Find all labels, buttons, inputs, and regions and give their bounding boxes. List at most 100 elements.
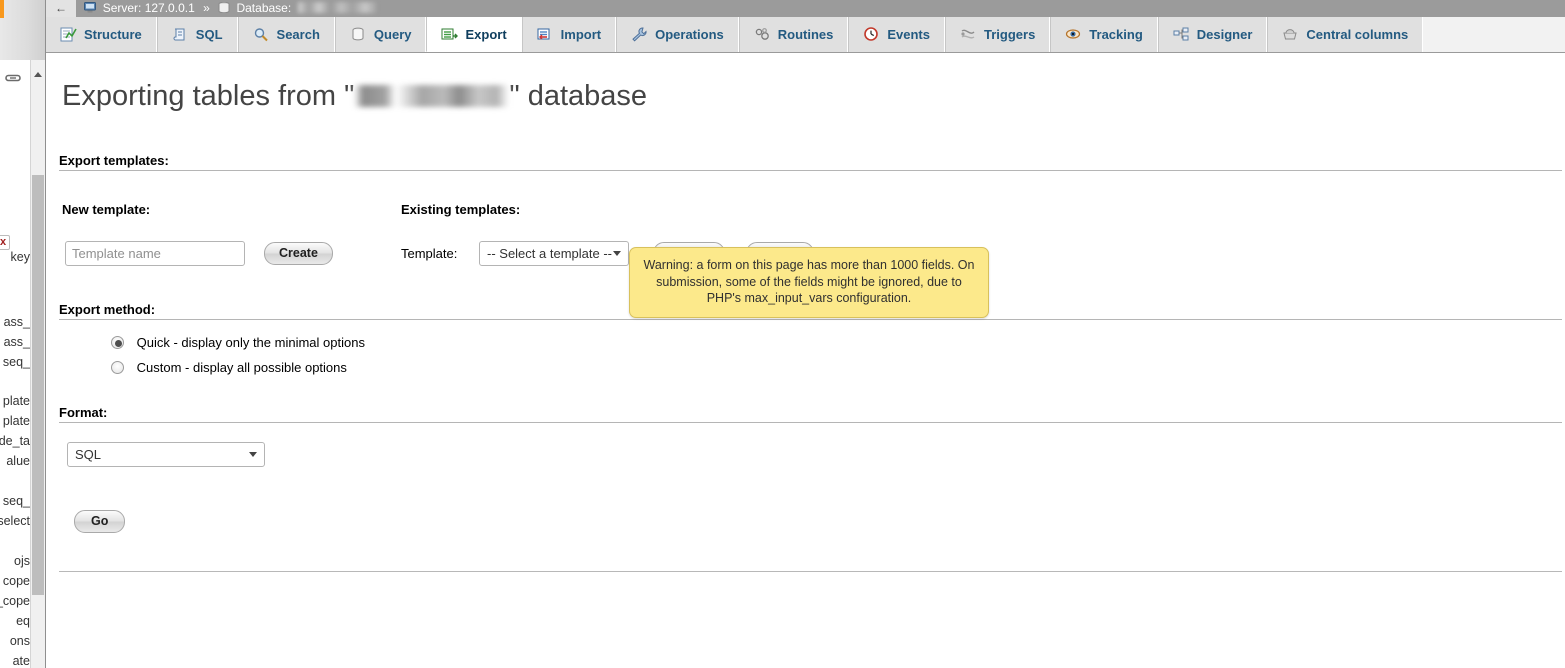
- existing-templates-label: Existing templates:: [401, 202, 520, 217]
- tab-export[interactable]: Export: [426, 17, 521, 52]
- template-select-label: Template:: [401, 246, 457, 261]
- tab-triggers[interactable]: Triggers: [945, 17, 1050, 52]
- central-columns-icon: [1282, 20, 1299, 35]
- breadcrumb-database-label: Database:: [236, 1, 291, 15]
- scroll-up-arrow-icon[interactable]: [31, 60, 45, 90]
- navigation-item[interactable]: plate: [0, 394, 30, 408]
- format-select[interactable]: SQL: [67, 442, 265, 467]
- tab-triggers-label: Triggers: [984, 27, 1035, 42]
- navigation-item[interactable]: de_ta: [0, 434, 30, 448]
- tab-routines-label: Routines: [778, 27, 834, 42]
- export-method-option-quick[interactable]: Quick - display only the minimal options: [111, 335, 365, 350]
- tab-export-label: Export: [465, 27, 506, 42]
- import-icon: [537, 20, 554, 35]
- export-method-option-custom-label: Custom - display all possible options: [137, 360, 347, 375]
- navigation-item[interactable]: eq: [0, 614, 30, 628]
- breadcrumb-server-label: Server: 127.0.0.1: [103, 1, 195, 15]
- tab-events[interactable]: Events: [848, 17, 945, 52]
- structure-icon: [60, 20, 77, 35]
- navigation-accent-bar: [0, 0, 4, 18]
- new-template-label: New template:: [62, 202, 150, 217]
- format-rule: [59, 422, 1562, 423]
- tab-structure-label: Structure: [84, 27, 142, 42]
- export-method-legend: Export method:: [59, 302, 155, 317]
- tab-search[interactable]: Search: [238, 17, 335, 52]
- navigation-panel: x key_ass_ass_seqplateplatede_taalue_seq…: [0, 0, 46, 668]
- footer-divider: [59, 571, 1562, 572]
- go-button[interactable]: Go: [74, 510, 125, 533]
- radio-quick[interactable]: [111, 336, 124, 349]
- export-method-option-custom[interactable]: Custom - display all possible options: [111, 360, 347, 375]
- tab-designer[interactable]: Designer: [1158, 17, 1268, 52]
- tab-bar-filler: [1423, 17, 1565, 52]
- search-icon: [253, 20, 270, 35]
- tab-operations[interactable]: Operations: [616, 17, 739, 52]
- navigation-item[interactable]: cope_: [0, 594, 30, 608]
- navigation-item[interactable]: cope: [0, 574, 30, 588]
- server-icon: [84, 1, 96, 12]
- max-input-vars-warning: Warning: a form on this page has more th…: [629, 247, 989, 318]
- create-template-button[interactable]: Create: [264, 242, 333, 265]
- navigation-scrollbar[interactable]: [30, 60, 45, 668]
- redacted-database-name: [298, 2, 376, 13]
- navigation-tree[interactable]: x key_ass_ass_seqplateplatede_taalue_seq…: [0, 100, 30, 668]
- tab-tracking-label: Tracking: [1089, 27, 1142, 42]
- template-name-input[interactable]: [65, 241, 245, 266]
- page-title-prefix: Exporting tables from ": [62, 80, 354, 112]
- navigation-item[interactable]: key: [0, 250, 30, 264]
- navigation-item[interactable]: alue: [0, 454, 30, 468]
- eye-icon: [1065, 20, 1082, 35]
- tab-bar: Structure SQL Search Query Export Import Opera…: [46, 17, 1565, 53]
- export-templates-legend: Export templates:: [59, 153, 169, 168]
- tab-central-columns-label: Central columns: [1306, 27, 1408, 42]
- navigation-header: [0, 0, 46, 60]
- format-selected-value: SQL: [75, 447, 101, 462]
- tab-operations-label: Operations: [655, 27, 724, 42]
- breadcrumb-separator: »: [198, 0, 210, 17]
- export-icon: [441, 20, 458, 35]
- navigation-item[interactable]: _seq: [0, 494, 30, 508]
- routines-icon: [754, 20, 771, 35]
- triggers-icon: [960, 20, 977, 35]
- redacted-database-name-title: [354, 85, 509, 107]
- navigation-item[interactable]: _ass: [0, 315, 30, 329]
- export-templates-rule: [59, 170, 1562, 171]
- navigation-item[interactable]: ate: [0, 654, 30, 668]
- database-icon: [218, 1, 230, 12]
- export-method-option-quick-label: Quick - display only the minimal options: [137, 335, 365, 350]
- tab-search-label: Search: [277, 27, 320, 42]
- tab-import[interactable]: Import: [522, 17, 616, 52]
- scrollbar-thumb[interactable]: [32, 175, 44, 595]
- navigation-item[interactable]: _ass: [0, 335, 30, 349]
- navigation-item[interactable]: ons: [0, 634, 30, 648]
- chevron-down-icon: [613, 251, 621, 256]
- breadcrumb: ← Server: 127.0.0.1 »: [46, 0, 1565, 17]
- tab-routines[interactable]: Routines: [739, 17, 849, 52]
- navigation-item[interactable]: ojs: [0, 554, 30, 568]
- chain-link-icon[interactable]: [5, 72, 21, 84]
- navigation-item[interactable]: plate: [0, 414, 30, 428]
- back-button[interactable]: ←: [46, 0, 76, 17]
- existing-template-select[interactable]: -- Select a template --: [479, 241, 629, 266]
- format-legend: Format:: [59, 405, 107, 420]
- tab-import-label: Import: [561, 27, 601, 42]
- navigation-item[interactable]: _seq: [0, 355, 30, 369]
- chevron-down-icon: [249, 452, 257, 457]
- tab-events-label: Events: [887, 27, 930, 42]
- tab-sql[interactable]: SQL: [157, 17, 238, 52]
- breadcrumb-server[interactable]: Server: 127.0.0.1: [79, 0, 194, 17]
- wrench-icon: [631, 20, 648, 35]
- tab-central-columns[interactable]: Central columns: [1267, 17, 1423, 52]
- navigation-item[interactable]: select: [0, 514, 30, 528]
- breadcrumb-database[interactable]: Database:: [213, 0, 375, 17]
- query-icon: [350, 20, 367, 35]
- tab-tracking[interactable]: Tracking: [1050, 17, 1157, 52]
- main-area: ← Server: 127.0.0.1 »: [46, 0, 1565, 668]
- radio-custom[interactable]: [111, 361, 124, 374]
- sql-icon: [172, 20, 189, 35]
- tab-query[interactable]: Query: [335, 17, 427, 52]
- tab-structure[interactable]: Structure: [46, 17, 157, 52]
- navigation-close-icon[interactable]: x: [0, 235, 10, 250]
- designer-icon: [1173, 20, 1190, 35]
- page-title-suffix: " database: [509, 80, 647, 112]
